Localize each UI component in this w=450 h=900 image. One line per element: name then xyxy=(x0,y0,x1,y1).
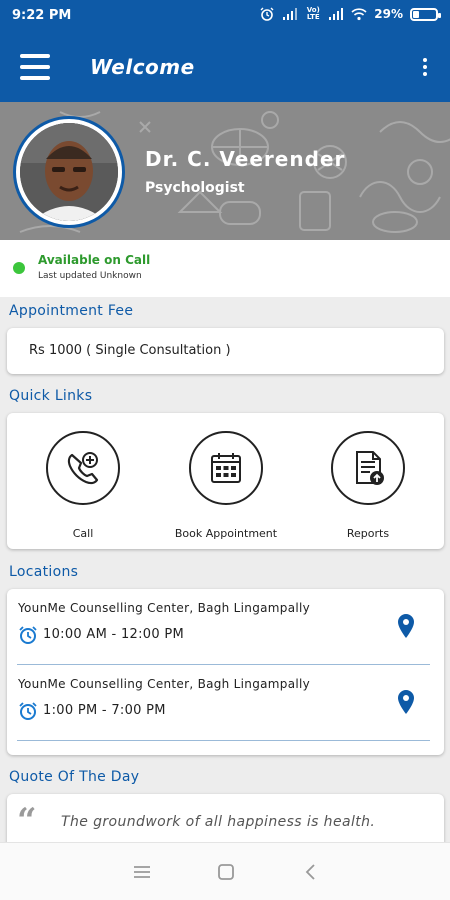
battery-percent: 29% xyxy=(374,7,403,21)
quick-link-book-appointment[interactable]: Book Appointment xyxy=(171,431,281,540)
volte-label: Vo) LTE xyxy=(306,6,320,21)
quick-link-call[interactable]: Call xyxy=(28,431,138,540)
avatar xyxy=(13,116,125,228)
clock-icon xyxy=(19,702,37,720)
location-time: 1:00 PM - 7:00 PM xyxy=(43,703,166,718)
fee-text: Rs 1000 ( Single Consultation ) xyxy=(29,343,231,358)
availability-status: Available on Call xyxy=(38,253,151,267)
report-upload-icon xyxy=(331,431,405,505)
clock-icon xyxy=(19,626,37,644)
status-bar: 9:22 PM Vo) LTE 29% xyxy=(0,0,450,34)
divider xyxy=(17,740,430,741)
home-icon[interactable] xyxy=(215,861,237,883)
more-vert-icon[interactable] xyxy=(422,58,428,78)
menu-icon[interactable] xyxy=(131,861,153,883)
doctor-photo xyxy=(20,123,118,221)
quick-links-title: Quick Links xyxy=(9,388,93,404)
availability-bar: Available on Call Last updated Unknown xyxy=(0,240,450,297)
wifi-icon xyxy=(351,8,367,21)
app-bar: Welcome xyxy=(0,34,450,102)
doctor-name: Dr. C. Veerender xyxy=(145,147,346,171)
fee-section-title: Appointment Fee xyxy=(9,303,134,319)
hamburger-icon[interactable] xyxy=(20,54,50,80)
system-nav-bar xyxy=(0,842,450,900)
map-pin-icon[interactable] xyxy=(396,689,416,715)
map-pin-icon[interactable] xyxy=(396,613,416,639)
location-row[interactable]: YounMe Counselling Center, Bagh Lingampa… xyxy=(7,589,444,665)
location-time: 10:00 AM - 12:00 PM xyxy=(43,627,185,642)
back-icon[interactable] xyxy=(300,861,322,883)
calendar-icon xyxy=(189,431,263,505)
availability-dot xyxy=(13,262,25,274)
fee-card: Rs 1000 ( Single Consultation ) xyxy=(7,328,444,374)
quote-mark-icon: “ xyxy=(17,801,37,841)
locations-card: YounMe Counselling Center, Bagh Lingampa… xyxy=(7,589,444,755)
profile-header: Dr. C. Veerender Psychologist xyxy=(0,102,450,240)
quick-link-label: Call xyxy=(72,527,94,540)
quick-link-label: Book Appointment xyxy=(174,527,278,540)
signal-icon xyxy=(283,8,298,20)
signal-icon xyxy=(329,8,344,20)
battery-fill xyxy=(413,10,419,18)
doctor-role: Psychologist xyxy=(145,180,245,196)
quick-links-card: Call Book Appointment Reports xyxy=(7,413,444,549)
quick-link-label: Reports xyxy=(346,527,390,540)
quote-section-title: Quote Of The Day xyxy=(9,769,140,785)
quote-text: The groundwork of all happiness is healt… xyxy=(61,814,376,830)
status-time: 9:22 PM xyxy=(12,8,72,23)
location-name: YounMe Counselling Center, Bagh Lingampa… xyxy=(18,601,311,615)
phone-plus-icon xyxy=(46,431,120,505)
page-title: Welcome xyxy=(90,55,195,79)
availability-updated: Last updated Unknown xyxy=(38,271,142,281)
battery-icon xyxy=(410,7,441,21)
alarm-icon xyxy=(260,7,274,21)
location-row[interactable]: YounMe Counselling Center, Bagh Lingampa… xyxy=(7,665,444,741)
location-name: YounMe Counselling Center, Bagh Lingampa… xyxy=(18,677,311,691)
quick-link-reports[interactable]: Reports xyxy=(313,431,423,540)
locations-title: Locations xyxy=(9,564,79,580)
status-icons: Vo) LTE 29% xyxy=(259,6,441,21)
